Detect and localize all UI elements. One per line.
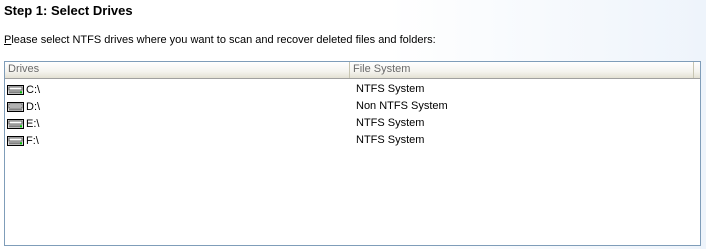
drive-label: D:\	[26, 100, 41, 113]
cd-drive-icon	[7, 101, 24, 112]
step-title: Step 1: Select Drives	[4, 3, 133, 18]
drives-list[interactable]: Drives File System C:\ NTFS System D:\ N…	[4, 61, 701, 246]
list-header: Drives File System	[5, 62, 700, 79]
drive-cell: C:\	[7, 81, 40, 98]
column-header-filler	[694, 62, 700, 78]
column-header-file-system[interactable]: File System	[350, 62, 694, 78]
list-item-drive-d[interactable]: D:\ Non NTFS System	[5, 98, 700, 115]
instruction-text: Please select NTFS drives where you want…	[4, 34, 436, 46]
drive-label: F:\	[26, 134, 39, 147]
hard-drive-icon	[7, 135, 24, 146]
drive-cell: F:\	[7, 132, 39, 149]
list-item-drive-c[interactable]: C:\ NTFS System	[5, 81, 700, 98]
file-system-cell: NTFS System	[356, 117, 425, 129]
instruction-rest: lease select NTFS drives where you want …	[11, 34, 436, 46]
column-header-drives[interactable]: Drives	[5, 62, 350, 78]
file-system-cell: NTFS System	[356, 134, 425, 146]
list-rows: C:\ NTFS System D:\ Non NTFS System E:\ …	[5, 81, 700, 149]
hard-drive-icon	[7, 118, 24, 129]
drive-label: C:\	[26, 83, 41, 96]
drive-cell: D:\	[7, 98, 40, 115]
drive-label: E:\	[26, 117, 40, 130]
file-system-cell: NTFS System	[356, 83, 425, 95]
list-item-drive-e[interactable]: E:\ NTFS System	[5, 115, 700, 132]
drive-cell: E:\	[7, 115, 39, 132]
list-item-drive-f[interactable]: F:\ NTFS System	[5, 132, 700, 149]
hard-drive-icon	[7, 84, 24, 95]
file-system-cell: Non NTFS System	[356, 100, 448, 112]
